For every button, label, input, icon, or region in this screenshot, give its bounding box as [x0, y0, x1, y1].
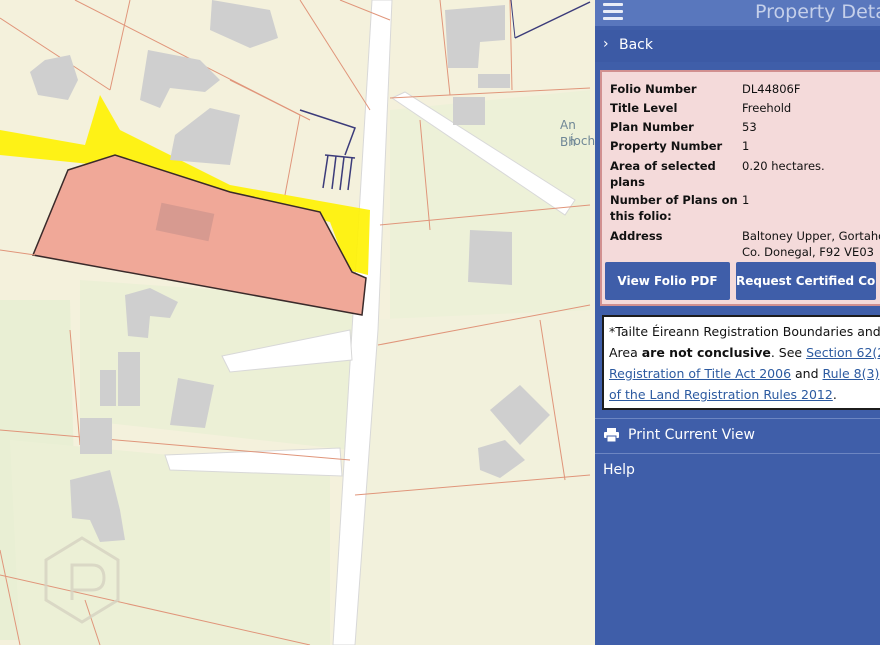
print-current-view-button[interactable]: Print Current View	[595, 420, 880, 452]
print-label: Print Current View	[628, 427, 755, 443]
disclaimer-box: *Tailte Éireann Registration Boundaries …	[602, 315, 880, 410]
disclaimer-line: Registration of Title Act 2006 and Rule …	[609, 366, 880, 381]
menu-icon[interactable]	[603, 3, 623, 21]
section-62-link[interactable]: Section 62(2) of the	[806, 345, 880, 360]
property-details-panel: Property Details › Back Folio Number DL4…	[595, 0, 880, 645]
rule-8-link[interactable]: Rule 8(3)	[823, 366, 880, 381]
panel-header: Property Details	[595, 0, 880, 26]
help-link[interactable]: Help	[603, 462, 635, 478]
structure-symbol	[299, 109, 356, 191]
back-button[interactable]: › Back	[595, 30, 880, 62]
property-info-card: Folio Number DL44806F Title Level Freeho…	[600, 70, 880, 306]
map-place-label: Íoch	[570, 134, 595, 148]
back-label: Back	[619, 37, 653, 53]
divider	[595, 453, 880, 454]
request-certified-copy-button[interactable]: Request Certified Copy	[736, 262, 876, 300]
land-registration-rules-link[interactable]: of the Land Registration Rules 2012	[609, 387, 833, 402]
map-view[interactable]: An Bh Íoch	[0, 0, 595, 645]
disclaimer-line: Area are not conclusive. See Section 62(…	[609, 342, 880, 363]
chevron-right-icon: ›	[603, 36, 609, 52]
view-folio-pdf-button[interactable]: View Folio PDF	[605, 262, 730, 300]
printer-icon	[604, 428, 619, 442]
disclaimer-line: of the Land Registration Rules 2012.	[609, 387, 837, 402]
disclaimer-line: *Tailte Éireann Registration Boundaries …	[609, 324, 880, 339]
panel-title: Property Details	[755, 1, 880, 23]
divider	[595, 418, 880, 419]
registration-act-link[interactable]: Registration of Title Act 2006	[609, 366, 791, 381]
map-canvas[interactable]	[0, 0, 595, 645]
